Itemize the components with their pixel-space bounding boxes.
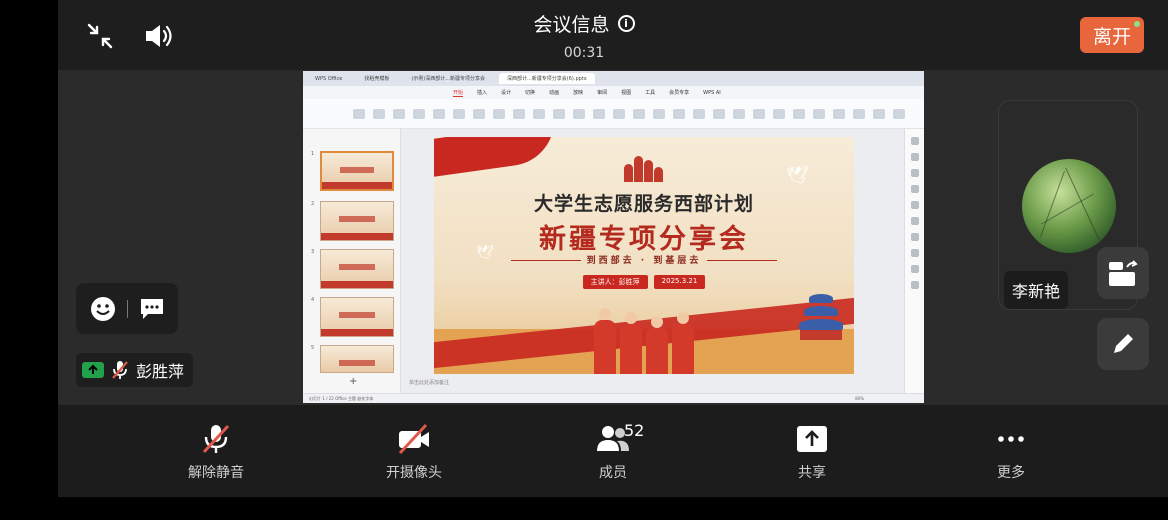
members-button[interactable]: 52 成员 bbox=[558, 420, 668, 482]
volunteer-logo bbox=[620, 152, 664, 182]
slide-thumbnails: 1 2 3 4 5 + bbox=[303, 129, 401, 393]
wps-menu-item: 设计 bbox=[501, 90, 512, 96]
share-button[interactable]: 共享 bbox=[757, 420, 867, 482]
screen-edge bbox=[0, 497, 1168, 520]
slide-tags: 主讲人：彭胜萍 2025.3.21 bbox=[434, 275, 854, 289]
wps-tab-active: 深西部计...新疆专项分享会(6).pptx bbox=[499, 73, 595, 84]
wps-editor: 1 2 3 4 5 + 🕊 🕊 大学生志愿服务西部计划 新疆专项分享会 到西部去… bbox=[303, 129, 924, 393]
unmute-label: 解除静音 bbox=[188, 465, 244, 481]
meeting-header: 会议信息 i 00:31 bbox=[0, 10, 1168, 61]
slide-subtitle: 新疆专项分享会 bbox=[539, 224, 749, 255]
thumb-number: 4 bbox=[311, 297, 315, 303]
dove-icon: 🕊 bbox=[786, 165, 809, 186]
thumb-number: 3 bbox=[311, 249, 315, 255]
self-name-tag: 彭胜萍 bbox=[76, 353, 194, 387]
wps-menu-item: 切换 bbox=[525, 90, 536, 96]
screen-share-badge bbox=[82, 362, 104, 378]
leave-label: 离开 bbox=[1092, 25, 1131, 48]
camera-button[interactable]: 开摄像头 bbox=[359, 420, 469, 482]
wps-tab: WPS Office bbox=[315, 75, 343, 82]
wps-tab: 找稻壳模板 bbox=[364, 76, 390, 82]
emoji-icon[interactable] bbox=[90, 296, 116, 322]
volunteers-illustration bbox=[594, 294, 704, 374]
wps-menu-item: 动画 bbox=[549, 90, 560, 96]
speaker-tag: 主讲人：彭胜萍 bbox=[582, 275, 648, 289]
date-tag: 2025.3.21 bbox=[653, 275, 706, 289]
wps-menu-item: 会员专享 bbox=[669, 90, 690, 96]
wps-tab-bar: WPS Office 找稻壳模板 (示例)深西部计...新疆专项分享会 深西部计… bbox=[303, 71, 924, 86]
slide-thumbnail[interactable] bbox=[320, 249, 394, 289]
leave-button[interactable]: 离开 bbox=[1080, 17, 1144, 53]
members-label: 成员 bbox=[599, 465, 627, 481]
info-icon[interactable]: i bbox=[617, 15, 635, 32]
more-icon bbox=[998, 436, 1024, 442]
meeting-timer: 00:31 bbox=[563, 45, 605, 61]
meeting-title: 会议信息 bbox=[533, 14, 610, 36]
members-count: 52 bbox=[624, 421, 645, 440]
slide-slogan: 到西部去 · 到基层去 bbox=[434, 253, 854, 266]
wps-side-tools bbox=[904, 129, 924, 393]
notes-area: 单击此处添加备注 bbox=[409, 380, 450, 386]
slide-title: 大学生志愿服务西部计划 bbox=[533, 193, 754, 215]
status-dot bbox=[1134, 21, 1140, 27]
slide-thumbnail[interactable] bbox=[320, 297, 394, 337]
slide-thumbnail[interactable] bbox=[320, 345, 394, 373]
thumb-number: 2 bbox=[311, 201, 315, 207]
wps-zoom: 80% bbox=[855, 396, 864, 401]
wps-menu-item: WPS AI bbox=[703, 89, 721, 96]
avatar bbox=[1022, 159, 1116, 253]
chat-icon[interactable] bbox=[139, 297, 165, 321]
wps-status-bar: 幻灯片 1 / 22 Office 主题 缺失字体 80% bbox=[303, 393, 924, 403]
wps-menu-item: 插入 bbox=[477, 90, 488, 96]
slide-canvas: 🕊 🕊 大学生志愿服务西部计划 新疆专项分享会 到西部去 · 到基层去 主讲人：… bbox=[434, 137, 854, 374]
more-button[interactable]: 更多 bbox=[956, 420, 1066, 482]
slide-thumbnail[interactable] bbox=[320, 151, 394, 191]
wps-tab: (示例)深西部计...新疆专项分享会 bbox=[411, 76, 486, 82]
mic-muted-icon bbox=[202, 424, 230, 454]
share-label: 共享 bbox=[798, 465, 826, 481]
wps-menu-item: 审阅 bbox=[597, 90, 608, 96]
camera-label: 开摄像头 bbox=[386, 465, 442, 481]
meeting-info[interactable]: 会议信息 i bbox=[533, 10, 635, 37]
participant-name: 李新艳 bbox=[1004, 271, 1069, 309]
wps-ribbon bbox=[303, 99, 924, 129]
wps-menu-bar: 开始 插入 设计 切换 动画 放映 审阅 视图 工具 会员专享 WPS AI bbox=[303, 86, 924, 99]
red-ribbon bbox=[434, 137, 554, 179]
add-slide-icon[interactable]: + bbox=[349, 376, 357, 387]
wps-menu-item: 工具 bbox=[645, 90, 656, 96]
share-icon bbox=[797, 426, 827, 452]
unmute-button[interactable]: 解除静音 bbox=[161, 420, 271, 482]
wps-menu-item: 放映 bbox=[573, 90, 584, 96]
temple-illustration bbox=[798, 290, 844, 340]
self-name: 彭胜萍 bbox=[136, 362, 185, 381]
slogan-text: 到西部去 · 到基层去 bbox=[586, 256, 702, 266]
thumb-number: 1 bbox=[311, 151, 315, 157]
mic-muted-icon bbox=[112, 361, 128, 379]
switch-layout-icon bbox=[1109, 260, 1138, 286]
reaction-bar bbox=[76, 283, 178, 334]
camera-off-icon bbox=[398, 423, 429, 455]
wps-status-text: 幻灯片 1 / 22 Office 主题 缺失字体 bbox=[309, 396, 374, 401]
wps-menu-item: 开始 bbox=[453, 89, 464, 97]
shared-screen[interactable]: WPS Office 找稻壳模板 (示例)深西部计...新疆专项分享会 深西部计… bbox=[303, 71, 924, 403]
thumb-number: 5 bbox=[311, 345, 315, 351]
wps-menu-item: 视图 bbox=[621, 90, 632, 96]
switch-layout-button[interactable] bbox=[1097, 247, 1149, 299]
pencil-icon bbox=[1114, 334, 1133, 353]
more-label: 更多 bbox=[997, 465, 1025, 481]
annotate-button[interactable] bbox=[1097, 318, 1149, 370]
slide-thumbnail[interactable] bbox=[320, 201, 394, 241]
